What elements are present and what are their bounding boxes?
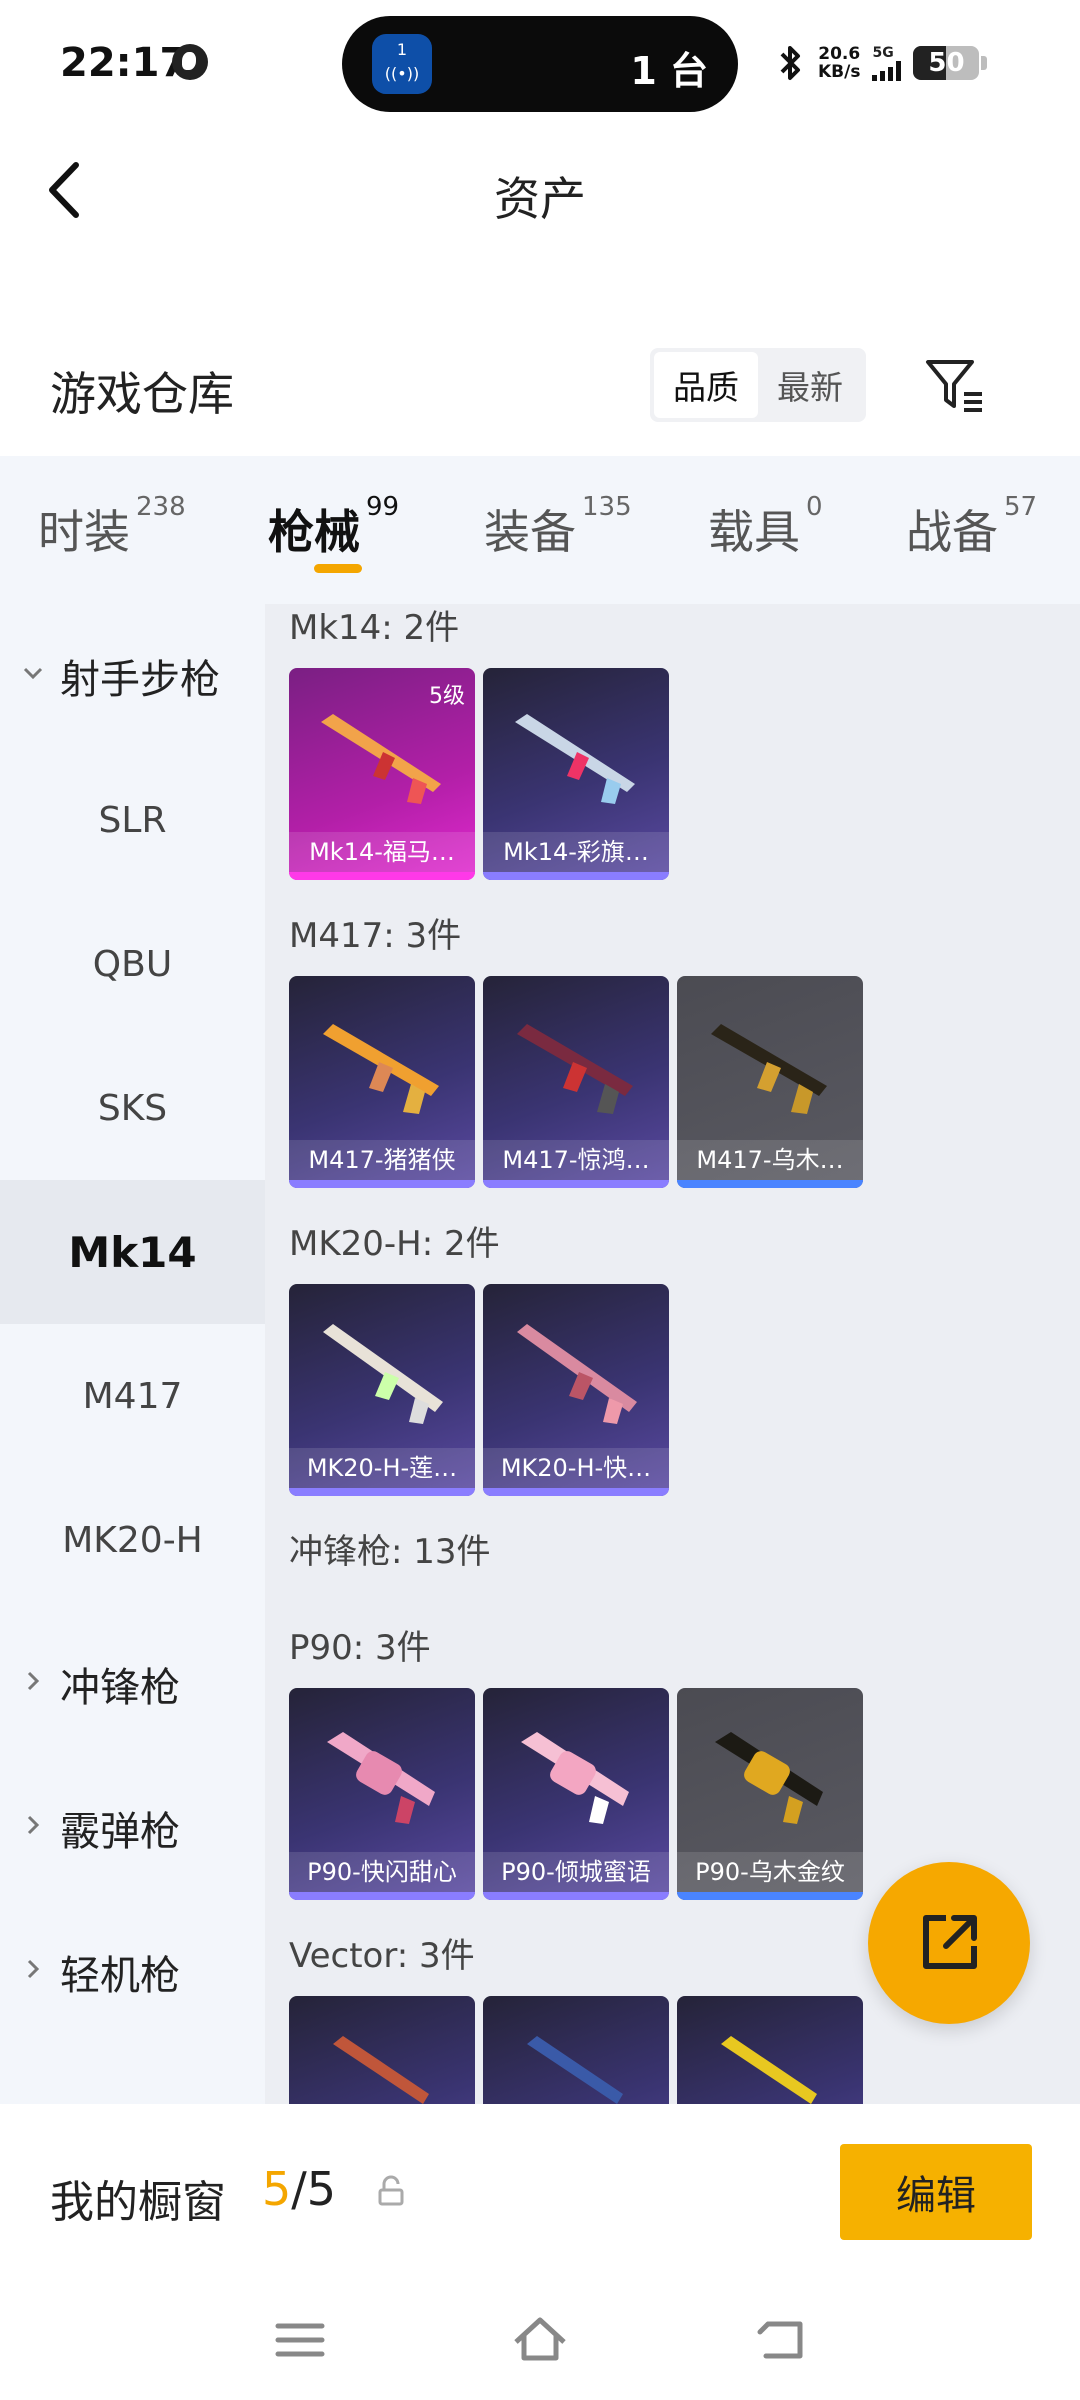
sidebar-group-smg[interactable]: 冲锋枪 (0, 1612, 265, 1756)
section-header-vector: Vector: 3件 (289, 1936, 475, 1976)
active-tab-indicator (314, 564, 362, 573)
back-icon[interactable] (752, 2310, 812, 2370)
sidebar-group-shotgun[interactable]: 霰弹枪 (0, 1756, 265, 1900)
weapon-name: Mk14-福马… (289, 832, 475, 872)
weapon-card[interactable]: Mk14-彩旗… (483, 668, 669, 880)
tab-firearms[interactable]: 枪械 99 (268, 492, 399, 562)
sort-toggle: 品质 最新 (650, 348, 866, 422)
sort-newest-button[interactable]: 最新 (758, 352, 862, 418)
rifle-skin-icon (323, 1324, 443, 1424)
weapon-card[interactable]: M417-乌木… (677, 976, 863, 1188)
smg-skin-icon (333, 2036, 429, 2104)
chevron-down-icon (23, 667, 43, 680)
weapon-card[interactable]: M417-猪猪侠 (289, 976, 475, 1188)
chevron-right-icon (27, 1671, 40, 1691)
section-header-m417: M417: 3件 (289, 916, 462, 956)
rifle-skin-icon (515, 714, 635, 804)
hotspot-app-icon: 1 ((•)) (372, 34, 432, 94)
weapon-card[interactable]: M417-惊鸿… (483, 976, 669, 1188)
rifle-skin-icon (517, 1324, 637, 1424)
weapon-name: M417-猪猪侠 (289, 1140, 475, 1180)
dynamic-island[interactable]: 1 ((•)) 1 台 (342, 16, 738, 112)
section-header-smg: 冲锋枪: 13件 (289, 1532, 491, 1572)
sidebar-group-lmg[interactable]: 轻机枪 (0, 1900, 265, 2044)
sidebar-item-slr[interactable]: SLR (0, 748, 265, 892)
chevron-right-icon (27, 1959, 40, 1979)
weapon-name: MK20-H-莲… (289, 1448, 475, 1488)
chevron-right-icon (27, 1815, 40, 1835)
smg-skin-icon (715, 1732, 823, 1824)
page-title: 资产 (494, 172, 586, 226)
sidebar-item-sks[interactable]: SKS (0, 1036, 265, 1180)
menu-icon[interactable] (270, 2310, 330, 2370)
tab-equipment[interactable]: 装备 135 (484, 492, 632, 562)
smg-skin-icon (327, 1732, 435, 1824)
battery-icon: 50 (913, 46, 980, 80)
weapon-card[interactable] (483, 1996, 669, 2104)
category-tabs: 时装 238 枪械 99 装备 135 载具 0 战备 57 (0, 456, 1080, 604)
status-time: 22:17 (60, 40, 188, 86)
weapon-name: M417-惊鸿… (483, 1140, 669, 1180)
tab-fashion[interactable]: 时装 238 (38, 492, 186, 562)
tab-supplies[interactable]: 战备 57 (906, 492, 1037, 562)
weapon-card[interactable]: MK20-H-快… (483, 1284, 669, 1496)
globe-icon (172, 44, 208, 80)
section-header-p90: P90: 3件 (289, 1628, 431, 1668)
warehouse-title: 游戏仓库 (50, 367, 234, 421)
weapon-card[interactable]: 5级 Mk14-福马… (289, 668, 475, 880)
sidebar-group-marksman-rifle[interactable]: 射手步枪 (0, 604, 265, 748)
filter-icon[interactable] (924, 356, 986, 414)
rifle-skin-icon (323, 1024, 439, 1114)
network-speed: 20.6 KB/s (818, 44, 861, 82)
sidebar-item-qbu[interactable]: QBU (0, 892, 265, 1036)
sidebar-item-mk20h[interactable]: MK20-H (0, 1468, 265, 1612)
home-icon[interactable] (510, 2310, 570, 2370)
weapon-card[interactable]: P90-倾城蜜语 (483, 1688, 669, 1900)
smg-skin-icon (721, 2036, 817, 2104)
weapon-card[interactable]: P90-快闪甜心 (289, 1688, 475, 1900)
weapon-name: P90-快闪甜心 (289, 1852, 475, 1892)
lock-icon (376, 2174, 406, 2208)
section-header-mk20h: MK20-H: 2件 (289, 1224, 500, 1264)
external-link-icon (923, 1915, 977, 1969)
signal-icon: 5G (872, 45, 902, 81)
connected-devices-count: 1 台 (630, 49, 708, 93)
status-bar: 22:17 1 ((•)) 1 台 20.6 KB/s 5G 50 (0, 0, 1080, 130)
showcase-bar: 我的橱窗 5/5 编辑 (0, 2104, 1080, 2288)
showcase-count: 5/5 (262, 2162, 337, 2216)
share-button[interactable] (868, 1862, 1030, 2024)
rifle-skin-icon (321, 714, 441, 804)
rifle-skin-icon (711, 1024, 827, 1114)
weapon-name: M417-乌木… (677, 1140, 863, 1180)
sort-quality-button[interactable]: 品质 (654, 352, 758, 418)
edit-button[interactable]: 编辑 (840, 2144, 1032, 2240)
level-badge: 5级 (429, 684, 465, 709)
weapon-name: Mk14-彩旗… (483, 832, 669, 872)
sidebar-item-m417[interactable]: M417 (0, 1324, 265, 1468)
bluetooth-icon (776, 42, 806, 84)
weapon-card[interactable]: MK20-H-莲… (289, 1284, 475, 1496)
smg-skin-icon (527, 2036, 623, 2104)
weapon-card[interactable] (289, 1996, 475, 2104)
showcase-label: 我的橱窗 (50, 2177, 226, 2228)
weapon-type-sidebar: 射手步枪 SLR QBU SKS Mk14 M417 MK20-H 冲锋枪 霰弹… (0, 604, 265, 2104)
system-navigation (0, 2288, 1080, 2400)
weapon-name: MK20-H-快… (483, 1448, 669, 1488)
sidebar-item-mk14[interactable]: Mk14 (0, 1180, 265, 1324)
weapon-card[interactable] (677, 1996, 863, 2104)
weapon-card[interactable]: P90-乌木金纹 (677, 1688, 863, 1900)
tab-vehicles[interactable]: 载具 0 (708, 492, 823, 562)
section-header-mk14: Mk14: 2件 (289, 608, 460, 648)
weapon-name: P90-乌木金纹 (677, 1852, 863, 1892)
rifle-skin-icon (517, 1024, 633, 1114)
smg-skin-icon (521, 1732, 629, 1824)
weapon-name: P90-倾城蜜语 (483, 1852, 669, 1892)
